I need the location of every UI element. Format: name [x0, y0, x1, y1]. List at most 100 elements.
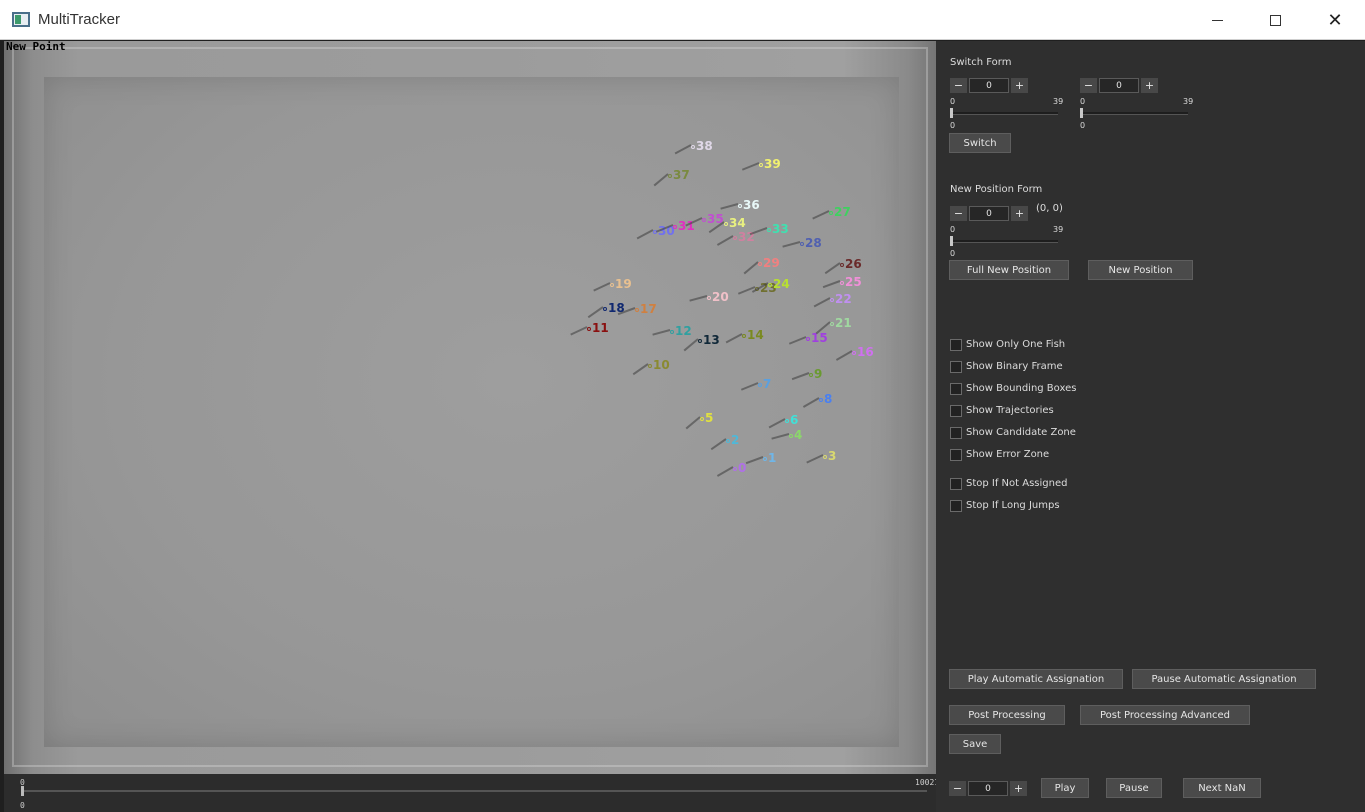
checkbox-show-bounding-boxes[interactable]: [950, 383, 962, 395]
switch-left-slider-handle[interactable]: [950, 108, 953, 118]
checkbox-show-trajectories[interactable]: [950, 405, 962, 417]
switch-right-slider-value: 0: [1080, 121, 1086, 130]
switch-right-plus-button[interactable]: +: [1141, 78, 1158, 93]
fish-label-24[interactable]: 24: [751, 278, 790, 293]
fish-label-36[interactable]: 36: [720, 199, 760, 211]
checkbox-show-only-one-fish[interactable]: [950, 339, 962, 351]
timeline[interactable]: 0 10021 0: [4, 774, 939, 812]
frame-plus-button[interactable]: +: [1010, 781, 1027, 796]
checkbox-label: Stop If Not Assigned: [966, 478, 1068, 489]
fish-id: 12: [675, 324, 692, 338]
checkbox-stop-if-not-assigned[interactable]: [950, 478, 962, 490]
fish-label-6[interactable]: 6: [768, 414, 798, 429]
fish-label-34[interactable]: 34: [708, 217, 746, 234]
full-new-position-button[interactable]: Full New Position: [949, 260, 1069, 280]
fish-label-14[interactable]: 14: [725, 329, 764, 344]
fish-label-16[interactable]: 16: [835, 345, 874, 361]
frame-minus-button[interactable]: −: [949, 781, 966, 796]
switch-right-spinbox[interactable]: 0: [1099, 78, 1139, 93]
checkbox-show-error-zone[interactable]: [950, 449, 962, 461]
switch-left-plus-button[interactable]: +: [1011, 78, 1028, 93]
switch-left-spinbox[interactable]: 0: [969, 78, 1009, 93]
fish-id: 35: [707, 212, 724, 226]
checkbox-stop-if-long-jumps[interactable]: [950, 500, 962, 512]
fish-label-17[interactable]: 17: [617, 303, 657, 316]
fish-label-22[interactable]: 22: [813, 292, 852, 308]
new-position-minus-button[interactable]: −: [950, 206, 967, 221]
fish-id: 13: [703, 333, 720, 347]
switch-left-slider[interactable]: [950, 112, 1058, 115]
pause-automatic-assignation-button[interactable]: Pause Automatic Assignation: [1132, 669, 1316, 689]
new-position-slider-handle[interactable]: [950, 236, 953, 246]
new-position-spinbox[interactable]: 0: [969, 206, 1009, 221]
fish-id: 37: [673, 168, 690, 182]
post-processing-advanced-button[interactable]: Post Processing Advanced: [1080, 705, 1250, 725]
fish-id: 18: [608, 301, 625, 315]
frame-spinbox[interactable]: 0: [968, 781, 1008, 796]
next-nan-button[interactable]: Next NaN: [1183, 778, 1261, 798]
fish-label-0[interactable]: 0: [716, 462, 746, 477]
play-automatic-assignation-button[interactable]: Play Automatic Assignation: [949, 669, 1123, 689]
switch-left-slider-min: 0: [950, 97, 956, 106]
new-position-slider[interactable]: [950, 240, 1058, 243]
fish-label-37[interactable]: 37: [653, 168, 690, 187]
play-button[interactable]: Play: [1041, 778, 1089, 798]
fish-label-29[interactable]: 29: [743, 257, 780, 275]
fish-label-20[interactable]: 20: [689, 290, 729, 304]
switch-left-minus-button[interactable]: −: [950, 78, 967, 93]
close-button[interactable]: ✕: [1306, 0, 1364, 40]
fish-label-1[interactable]: 1: [745, 452, 776, 465]
fish-id: 20: [712, 290, 729, 304]
switch-button[interactable]: Switch: [949, 133, 1011, 153]
switch-right-minus-button[interactable]: −: [1080, 78, 1097, 93]
fish-marker-icon: [691, 144, 695, 149]
minimize-button[interactable]: [1188, 0, 1246, 40]
fish-label-7[interactable]: 7: [740, 378, 771, 391]
fish-label-27[interactable]: 27: [812, 206, 851, 220]
close-icon: ✕: [1327, 9, 1343, 31]
fish-label-9[interactable]: 9: [791, 368, 822, 381]
video-frame[interactable]: New Point 0 1 2 3 4 5 6 7 8 9 10 11 12 13 14 15 16 17 18 19…: [4, 41, 936, 774]
fish-label-35[interactable]: 35: [685, 212, 724, 227]
new-position-button[interactable]: New Position: [1088, 260, 1193, 280]
maximize-button[interactable]: [1246, 0, 1304, 40]
fish-label-10[interactable]: 10: [632, 359, 670, 376]
fish-marker-icon: [840, 280, 844, 285]
control-panel: Switch Form − 0 + 0 39 0 − 0 + 0 39 0 Sw…: [936, 41, 1365, 812]
timeline-track[interactable]: [22, 790, 927, 792]
save-button[interactable]: Save: [949, 734, 1001, 754]
switch-right-slider-handle[interactable]: [1080, 108, 1083, 118]
post-processing-button[interactable]: Post Processing: [949, 705, 1065, 725]
fish-id: 16: [857, 345, 874, 359]
fish-label-2[interactable]: 2: [710, 434, 739, 451]
fish-label-18[interactable]: 18: [587, 301, 625, 319]
fish-label-38[interactable]: 38: [674, 140, 713, 155]
fish-label-3[interactable]: 3: [806, 450, 836, 464]
fish-label-11[interactable]: 11: [570, 322, 609, 336]
switch-right-slider[interactable]: [1080, 112, 1188, 115]
fish-label-25[interactable]: 25: [822, 275, 862, 289]
fish-label-26[interactable]: 26: [824, 258, 862, 275]
pause-button[interactable]: Pause: [1106, 778, 1162, 798]
fish-label-28[interactable]: 28: [782, 237, 822, 249]
fish-marker-icon: [823, 454, 827, 459]
new-position-plus-button[interactable]: +: [1011, 206, 1028, 221]
fish-marker-icon: [830, 297, 834, 302]
fish-label-5[interactable]: 5: [685, 412, 713, 430]
fish-label-12[interactable]: 12: [652, 324, 692, 338]
checkbox-label: Show Candidate Zone: [966, 427, 1076, 438]
fish-id: 22: [835, 292, 852, 306]
fish-label-19[interactable]: 19: [593, 277, 632, 292]
timeline-handle[interactable]: [21, 786, 24, 796]
fish-label-13[interactable]: 13: [683, 333, 720, 352]
fish-id: 33: [772, 222, 789, 236]
fish-id: 25: [845, 275, 862, 289]
fish-label-33[interactable]: 33: [749, 222, 789, 236]
fish-label-4[interactable]: 4: [771, 429, 802, 441]
fish-label-8[interactable]: 8: [802, 393, 832, 408]
fish-id: 19: [615, 277, 632, 291]
checkbox-show-binary-frame[interactable]: [950, 361, 962, 373]
checkbox-show-candidate-zone[interactable]: [950, 427, 962, 439]
fish-label-39[interactable]: 39: [741, 158, 781, 171]
fish-label-21[interactable]: 21: [815, 317, 852, 335]
